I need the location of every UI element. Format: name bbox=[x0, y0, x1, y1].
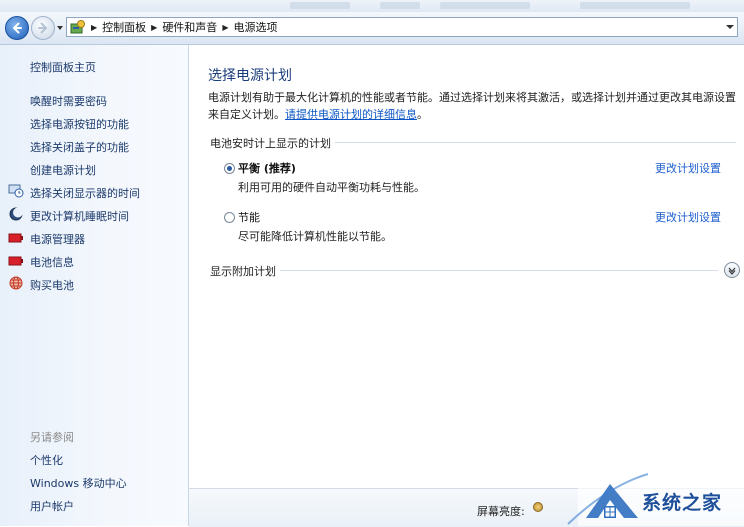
power-plan-details-link[interactable]: 请提供电源计划的详细信息 bbox=[285, 108, 417, 121]
battery-icon bbox=[8, 233, 23, 243]
sleep-time-link[interactable]: 更改计算机睡眠时间 bbox=[30, 208, 129, 224]
power-saver-change-settings-link[interactable]: 更改计划设置 bbox=[655, 209, 721, 225]
address-bar-row: ▶ 控制面板 ▶ 硬件和声音 ▶ 电源选项 bbox=[0, 12, 744, 45]
monitor-clock-icon bbox=[8, 184, 24, 198]
balanced-plan-description: 利用可用的硬件自动平衡功耗与性能。 bbox=[238, 181, 425, 194]
additional-plans-label[interactable]: 显示附加计划 bbox=[210, 263, 280, 279]
personalization-link[interactable]: 个性化 bbox=[30, 452, 63, 468]
buy-battery-link[interactable]: 购买电池 bbox=[30, 277, 74, 293]
globe-icon bbox=[9, 276, 23, 290]
create-power-plan-link[interactable]: 创建电源计划 bbox=[30, 162, 96, 178]
watermark-text: 系统之家 bbox=[642, 492, 723, 514]
plans-group-label: 电池安时计上显示的计划 bbox=[210, 135, 335, 151]
balanced-change-settings-link[interactable]: 更改计划设置 bbox=[655, 160, 721, 176]
back-button[interactable] bbox=[5, 16, 29, 40]
battery-info-link[interactable]: 电池信息 bbox=[30, 254, 74, 270]
breadcrumb-separator: ▶ bbox=[91, 22, 98, 32]
balanced-plan-name[interactable]: 平衡 (推荐) bbox=[238, 160, 296, 176]
address-dropdown-icon[interactable] bbox=[725, 22, 735, 32]
recent-pages-chevron-icon[interactable] bbox=[56, 24, 64, 32]
power-saver-plan-name[interactable]: 节能 bbox=[238, 209, 260, 225]
forward-button[interactable] bbox=[31, 16, 55, 40]
left-task-pane: 控制面板主页 唤醒时需要密码 选择电源按钮的功能 选择关闭盖子的功能 创建电源计… bbox=[0, 45, 189, 526]
page-title: 选择电源计划 bbox=[208, 68, 292, 84]
breadcrumb-power-options[interactable]: 电源选项 bbox=[233, 19, 277, 35]
arrow-right-icon bbox=[38, 22, 48, 34]
page-description: 电源计划有助于最大化计算机的性能或者节能。通过选择计划来将其激活，或选择计划并通… bbox=[208, 89, 738, 123]
control-panel-home-link[interactable]: 控制面板主页 bbox=[30, 59, 96, 75]
user-accounts-link[interactable]: 用户帐户 bbox=[30, 498, 74, 514]
top-toolbar-strip bbox=[0, 0, 744, 12]
toolbar-ghost bbox=[290, 2, 350, 9]
description-end: 。 bbox=[417, 108, 428, 121]
power-saver-plan-radio[interactable] bbox=[224, 212, 235, 223]
toolbar-ghost bbox=[440, 2, 530, 9]
display-off-time-link[interactable]: 选择关闭显示器的时间 bbox=[30, 185, 140, 201]
main-content: 选择电源计划 电源计划有助于最大化计算机的性能或者节能。通过选择计划来将其激活，… bbox=[189, 45, 744, 526]
power-manager-link[interactable]: 电源管理器 bbox=[30, 231, 85, 247]
address-box[interactable]: ▶ 控制面板 ▶ 硬件和声音 ▶ 电源选项 bbox=[66, 17, 738, 37]
lid-close-function-link[interactable]: 选择关闭盖子的功能 bbox=[30, 139, 129, 155]
additional-plans-divider bbox=[210, 270, 718, 271]
control-panel-icon bbox=[70, 20, 85, 34]
power-saver-plan-description: 尽可能降低计算机性能以节能。 bbox=[238, 230, 392, 243]
brightness-label: 屏幕亮度: bbox=[477, 505, 525, 518]
power-button-function-link[interactable]: 选择电源按钮的功能 bbox=[30, 116, 129, 132]
toolbar-ghost bbox=[380, 2, 420, 9]
breadcrumb-hardware-sound[interactable]: 硬件和声音 bbox=[162, 19, 217, 35]
balanced-plan-radio[interactable] bbox=[224, 163, 235, 174]
breadcrumb-separator: ▶ bbox=[222, 22, 229, 32]
arrow-left-icon bbox=[12, 22, 22, 34]
breadcrumb-separator: ▶ bbox=[151, 22, 158, 32]
expand-additional-plans-button[interactable] bbox=[724, 262, 740, 278]
chevron-down-icon bbox=[728, 267, 736, 275]
breadcrumb-control-panel[interactable]: 控制面板 bbox=[102, 19, 146, 35]
mobility-center-link[interactable]: Windows 移动中心 bbox=[30, 475, 127, 491]
toolbar-ghost bbox=[580, 2, 690, 9]
see-also-heading: 另请参阅 bbox=[30, 431, 74, 444]
require-password-link[interactable]: 唤醒时需要密码 bbox=[30, 93, 107, 109]
moon-icon bbox=[9, 207, 23, 221]
battery-icon bbox=[8, 256, 23, 266]
